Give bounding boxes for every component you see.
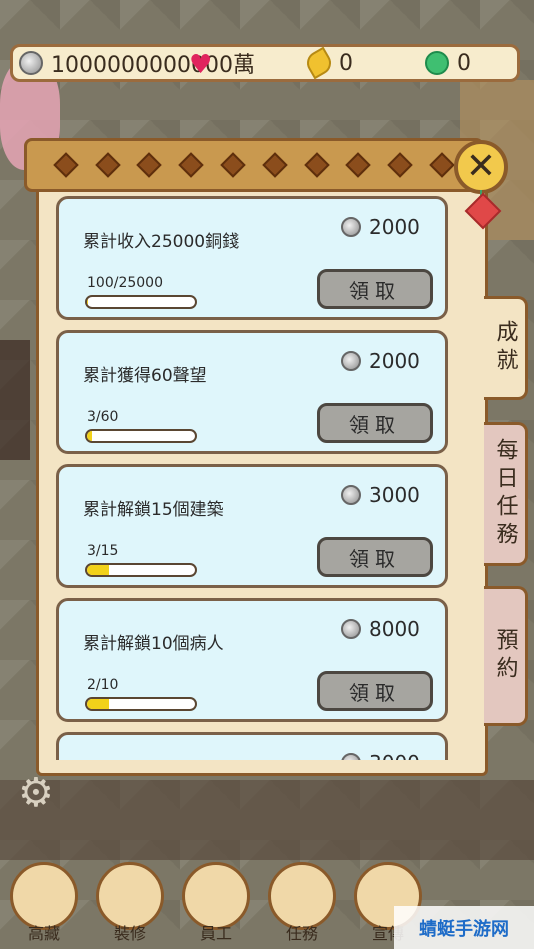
- tab-daily-tasks[interactable]: 每日任務: [484, 422, 528, 566]
- reward-amount: 2000: [369, 349, 420, 373]
- floor-area: [0, 780, 534, 860]
- claim-button[interactable]: 領取: [317, 537, 433, 577]
- leaf-counter: 0: [302, 46, 353, 80]
- progress-fill: [87, 565, 109, 575]
- diamond-ornament: [94, 152, 121, 178]
- diamond-ornament: [345, 152, 372, 178]
- claim-button[interactable]: 領取: [317, 269, 433, 309]
- progress-text: 100/25000: [87, 275, 163, 291]
- coin-icon: [19, 51, 43, 75]
- achievement-title: 累計收入25000銅錢: [83, 232, 240, 252]
- jade-amount: 0: [457, 50, 471, 76]
- jade-counter: 0: [425, 47, 471, 79]
- diamond-ornament: [303, 152, 330, 178]
- close-button[interactable]: ✕: [454, 140, 508, 194]
- progress-fill: [87, 699, 109, 709]
- achievement-title: 累計解鎖15個建築: [83, 500, 224, 520]
- achievement-card: 累計解鎖15個建築 3000 3/15 領取: [56, 464, 448, 588]
- reward-amount: 3000: [369, 483, 420, 507]
- claim-button[interactable]: 領取: [317, 671, 433, 711]
- jade-icon: [425, 51, 449, 75]
- achievement-list[interactable]: 累計收入25000銅錢 2000 100/25000 領取 累計獲得60聲望 2…: [52, 194, 472, 760]
- close-icon: ✕: [465, 146, 497, 187]
- progress-bar: [85, 295, 197, 309]
- achievement-card: 累計獲得60聲望 2000 3/60 領取: [56, 330, 448, 454]
- coin-icon: [341, 753, 361, 760]
- progress-bar: [85, 429, 197, 443]
- dock-label: 高藏: [27, 924, 60, 943]
- progress-text: 3/15: [87, 543, 119, 559]
- leaf-icon: [302, 46, 336, 80]
- achievement-card: 累計收入25000銅錢 2000 100/25000 領取: [56, 196, 448, 320]
- reward: 2000: [341, 349, 420, 373]
- achievement-card: 累計解鎖10個病人 8000 2/10 領取: [56, 598, 448, 722]
- heart-icon: ♥: [189, 50, 213, 80]
- settings-gear-icon[interactable]: ⚙: [18, 770, 54, 816]
- diamond-ornament: [220, 152, 246, 178]
- progress-bar: [85, 697, 197, 711]
- panel-header: [24, 138, 484, 192]
- diamond-ornament: [429, 152, 455, 178]
- progress-bar: [85, 563, 197, 577]
- coin-icon: [341, 619, 361, 639]
- tab-reservation[interactable]: 預約: [484, 586, 528, 726]
- reward: 8000: [341, 617, 420, 641]
- progress-fill: [87, 431, 93, 441]
- reward: 2000: [341, 215, 420, 239]
- achievements-panel: ✕ 累計收入25000銅錢 2000 100/25000 領取 累計獲得60聲望…: [24, 138, 528, 778]
- coin-icon: [341, 217, 361, 237]
- diamond-ornament: [53, 152, 79, 178]
- coin-counter: 1000000000000萬: [19, 47, 255, 79]
- claim-button[interactable]: 領取: [317, 403, 433, 443]
- achievement-title: 累計獲得60聲望: [83, 366, 207, 386]
- reward: 3000: [341, 751, 420, 760]
- coin-icon: [341, 351, 361, 371]
- dock-label: 員工: [199, 924, 232, 943]
- resource-bar: 1000000000000萬 ♥ 0 0: [10, 44, 520, 82]
- dock-label: 裝修: [113, 924, 146, 943]
- achievement-card: 3000: [56, 732, 448, 760]
- watermark-logo: 蜻蜓手游网: [394, 906, 534, 949]
- coin-icon: [341, 485, 361, 505]
- progress-text: 3/60: [87, 409, 119, 425]
- reward-amount: 2000: [369, 215, 420, 239]
- leaf-amount: 0: [339, 50, 353, 76]
- achievement-title: 累計解鎖10個病人: [83, 634, 224, 654]
- dock-label: 任務: [285, 924, 318, 943]
- diamond-ornament: [178, 152, 205, 178]
- progress-text: 2/10: [87, 677, 119, 693]
- reward: 3000: [341, 483, 420, 507]
- reward-amount: 3000: [369, 751, 420, 760]
- diamond-ornament: [136, 152, 163, 178]
- reward-amount: 8000: [369, 617, 420, 641]
- diamond-ornament: [387, 152, 413, 178]
- tab-achievements[interactable]: 成就: [484, 296, 528, 400]
- coin-amount: 1000000000000萬: [51, 53, 255, 78]
- diamond-ornament: [262, 152, 288, 178]
